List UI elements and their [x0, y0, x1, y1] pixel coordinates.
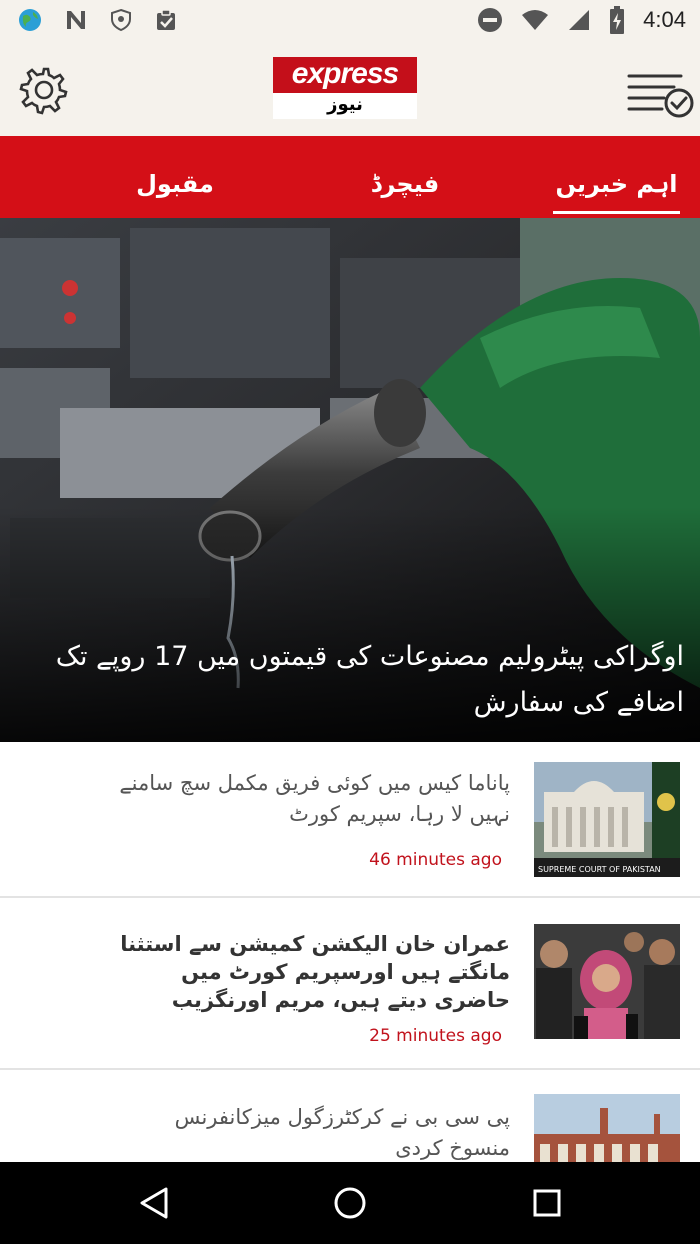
gear-icon[interactable] — [19, 65, 69, 115]
news-headline: عمران خان الیکشن کمیشن سے استثنا مانگتے … — [120, 932, 510, 1012]
wifi-icon — [522, 10, 549, 30]
globe-icon — [19, 9, 41, 31]
news-headline: پی سی بی نے کرکٹرزگول میزکانفرنس منسوخ ک… — [174, 1105, 510, 1160]
hero-headline: اوگراکی پیٹرولیم مصنوعات کی قیمتوں میں 1… — [55, 641, 684, 718]
dnd-icon — [478, 8, 503, 32]
app-header: express نیوز — [0, 42, 700, 136]
news-item[interactable]: SUPREME COURT OF PAKISTAN پاناما کیس میں… — [0, 742, 700, 898]
logo-wordmark: express — [291, 57, 399, 90]
recents-icon[interactable] — [533, 1189, 561, 1217]
tab-label: اہم خبریں — [555, 170, 678, 198]
home-icon[interactable] — [333, 1186, 367, 1220]
news-list: SUPREME COURT OF PAKISTAN پاناما کیس میں… — [0, 742, 700, 1162]
express-news-logo: express نیوز — [273, 57, 417, 119]
news-time: 25 minutes ago — [369, 1026, 502, 1046]
signal-icon — [569, 10, 590, 30]
news-item[interactable]: عمران خان الیکشن کمیشن سے استثنا مانگتے … — [0, 904, 700, 1070]
news-headline: پاناما کیس میں کوئی فریق مکمل سچ سامنے ن… — [119, 771, 510, 826]
tab-popular[interactable]: مقبول — [120, 136, 230, 218]
news-time: 46 minutes ago — [369, 850, 502, 870]
system-nav-bar — [0, 1162, 700, 1244]
news-item[interactable]: پی سی بی نے کرکٹرزگول میزکانفرنس منسوخ ک… — [0, 1076, 700, 1162]
hero-story[interactable]: اوگراکی پیٹرولیم مصنوعات کی قیمتوں میں 1… — [0, 218, 700, 742]
back-icon[interactable] — [138, 1186, 170, 1220]
thumb-caption: SUPREME COURT OF PAKISTAN — [538, 865, 661, 874]
news-thumbnail — [534, 924, 680, 1039]
tab-label: مقبول — [136, 170, 214, 198]
tab-label: فیچرڈ — [370, 170, 440, 198]
n-app-icon — [67, 11, 85, 29]
shield-icon — [111, 8, 131, 32]
status-bar: 4:04 — [0, 0, 700, 42]
tab-bar: اہم خبریں فیچرڈ مقبول — [0, 136, 700, 218]
logo-urdu: نیوز — [273, 93, 417, 119]
news-thumbnail: SUPREME COURT OF PAKISTAN — [534, 762, 680, 877]
list-check-icon[interactable] — [626, 70, 696, 118]
news-thumbnail — [534, 1094, 680, 1162]
tab-featured[interactable]: فیچرڈ — [350, 136, 460, 218]
battery-charging-icon — [610, 6, 625, 34]
tab-top-news[interactable]: اہم خبریں — [553, 136, 680, 218]
clipboard-check-icon — [157, 9, 175, 30]
clock: 4:04 — [643, 7, 686, 32]
active-tab-indicator — [553, 211, 680, 214]
